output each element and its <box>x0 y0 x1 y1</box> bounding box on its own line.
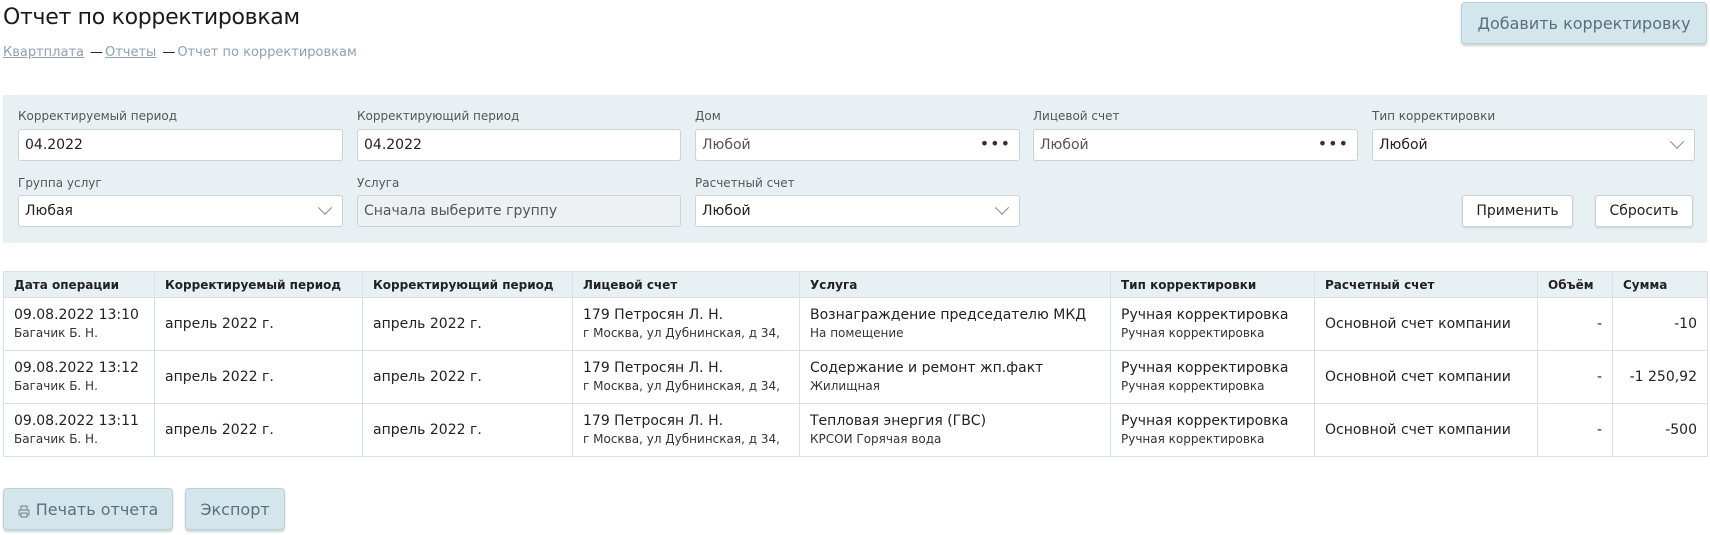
house-select[interactable]: Любой ••• <box>695 129 1020 161</box>
cell-service: Вознаграждение председателю МКД На помеще… <box>799 297 1111 351</box>
service-label: Услуга <box>357 176 400 190</box>
cell-correction-type: Ручная корректировка Ручная корректировка <box>1110 297 1315 351</box>
correction-type-select[interactable]: Любой <box>1372 129 1695 161</box>
cell-account: 179 Петросян Л. Н. г Москва, ул Дубнинска… <box>572 403 800 457</box>
apply-button[interactable]: Применить <box>1462 195 1573 227</box>
account-label: Лицевой счет <box>1033 109 1120 123</box>
more-dots-icon[interactable]: ••• <box>1318 134 1349 153</box>
col-header-correction-type[interactable]: Тип корректировки <box>1110 271 1315 298</box>
table-row[interactable]: 09.08.2022 13:12 Багачик Б. Н. апрель 202… <box>3 350 1708 404</box>
print-report-button[interactable]: Печать отчета <box>3 488 173 530</box>
cell-corrected-period: апрель 2022 г. <box>154 403 363 457</box>
cell-sum: -10 <box>1612 297 1708 351</box>
service-group-select[interactable]: Любая <box>18 195 343 227</box>
correcting-period-input[interactable]: 04.2022 <box>357 129 681 161</box>
breadcrumb: Квартплата — Отчеты — Отчет по корректир… <box>3 45 357 60</box>
cell-sum: -500 <box>1612 403 1708 457</box>
cell-correction-type: Ручная корректировка Ручная корректировка <box>1110 350 1315 404</box>
correction-type-value: Любой <box>1379 137 1428 153</box>
breadcrumb-link-reports[interactable]: Отчеты <box>105 45 156 60</box>
export-button[interactable]: Экспорт <box>185 488 285 530</box>
filter-panel: Корректируемый период 04.2022 Корректиру… <box>3 95 1707 243</box>
col-header-settlement-account[interactable]: Расчетный счет <box>1314 271 1538 298</box>
cell-volume: - <box>1537 297 1613 351</box>
correction-type-label: Тип корректировки <box>1372 109 1496 123</box>
cell-correction-type: Ручная корректировка Ручная корректировка <box>1110 403 1315 457</box>
chevron-down-icon <box>317 200 333 215</box>
col-header-sum[interactable]: Сумма <box>1612 271 1708 298</box>
cell-settlement-account: Основной счет компании <box>1314 403 1538 457</box>
breadcrumb-separator: — <box>162 45 175 60</box>
cell-corrected-period: апрель 2022 г. <box>154 350 363 404</box>
col-header-volume[interactable]: Объём <box>1537 271 1613 298</box>
cell-account: 179 Петросян Л. Н. г Москва, ул Дубнинска… <box>572 297 800 351</box>
chevron-down-icon <box>994 200 1010 215</box>
cell-correcting-period: апрель 2022 г. <box>362 350 573 404</box>
service-placeholder: Сначала выберите группу <box>364 203 558 219</box>
settlement-account-label: Расчетный счет <box>695 176 795 190</box>
service-input: Сначала выберите группу <box>357 195 681 227</box>
cell-account: 179 Петросян Л. Н. г Москва, ул Дубнинска… <box>572 350 800 404</box>
settlement-account-value: Любой <box>702 203 751 219</box>
page-title: Отчет по корректировкам <box>3 5 300 30</box>
reset-button[interactable]: Сбросить <box>1595 195 1693 227</box>
col-header-correcting-period[interactable]: Корректирующий период <box>362 271 573 298</box>
breadcrumb-current: Отчет по корректировкам <box>177 45 357 60</box>
account-select[interactable]: Любой ••• <box>1033 129 1358 161</box>
table-row[interactable]: 09.08.2022 13:11 Багачик Б. Н. апрель 202… <box>3 403 1708 457</box>
col-header-service[interactable]: Услуга <box>799 271 1111 298</box>
col-header-date[interactable]: Дата операции <box>3 271 155 298</box>
cell-service: Тепловая энергия (ГВС) КРСОИ Горячая вода <box>799 403 1111 457</box>
account-value: Любой <box>1040 137 1089 153</box>
correcting-period-label: Корректирующий период <box>357 109 520 123</box>
correcting-period-value: 04.2022 <box>364 137 422 153</box>
cell-settlement-account: Основной счет компании <box>1314 350 1538 404</box>
cell-corrected-period: апрель 2022 г. <box>154 297 363 351</box>
cell-sum: -1 250,92 <box>1612 350 1708 404</box>
print-icon <box>18 503 30 517</box>
service-group-value: Любая <box>25 203 73 219</box>
corrected-period-value: 04.2022 <box>25 137 83 153</box>
cell-date: 09.08.2022 13:11 Багачик Б. Н. <box>3 403 155 457</box>
service-group-label: Группа услуг <box>18 176 102 190</box>
corrections-table: Дата операции Корректируемый период Корр… <box>3 271 1708 457</box>
print-report-label: Печать отчета <box>35 499 159 519</box>
cell-volume: - <box>1537 403 1613 457</box>
cell-correcting-period: апрель 2022 г. <box>362 403 573 457</box>
col-header-account[interactable]: Лицевой счет <box>572 271 800 298</box>
cell-service: Содержание и ремонт жп.факт Жилищная <box>799 350 1111 404</box>
breadcrumb-link-kvartplata[interactable]: Квартплата <box>3 45 84 60</box>
cell-date: 09.08.2022 13:12 Багачик Б. Н. <box>3 350 155 404</box>
breadcrumb-separator: — <box>90 45 103 60</box>
chevron-down-icon <box>1669 134 1685 149</box>
cell-volume: - <box>1537 350 1613 404</box>
corrected-period-label: Корректируемый период <box>18 109 178 123</box>
cell-date: 09.08.2022 13:10 Багачик Б. Н. <box>3 297 155 351</box>
table-header-row: Дата операции Корректируемый период Корр… <box>3 271 1708 298</box>
more-dots-icon[interactable]: ••• <box>980 134 1011 153</box>
col-header-corrected-period[interactable]: Корректируемый период <box>154 271 363 298</box>
house-value: Любой <box>702 137 751 153</box>
cell-correcting-period: апрель 2022 г. <box>362 297 573 351</box>
corrected-period-input[interactable]: 04.2022 <box>18 129 343 161</box>
add-correction-button[interactable]: Добавить корректировку <box>1461 2 1707 44</box>
settlement-account-select[interactable]: Любой <box>695 195 1020 227</box>
house-label: Дом <box>695 109 721 123</box>
cell-settlement-account: Основной счет компании <box>1314 297 1538 351</box>
table-row[interactable]: 09.08.2022 13:10 Багачик Б. Н. апрель 202… <box>3 297 1708 351</box>
